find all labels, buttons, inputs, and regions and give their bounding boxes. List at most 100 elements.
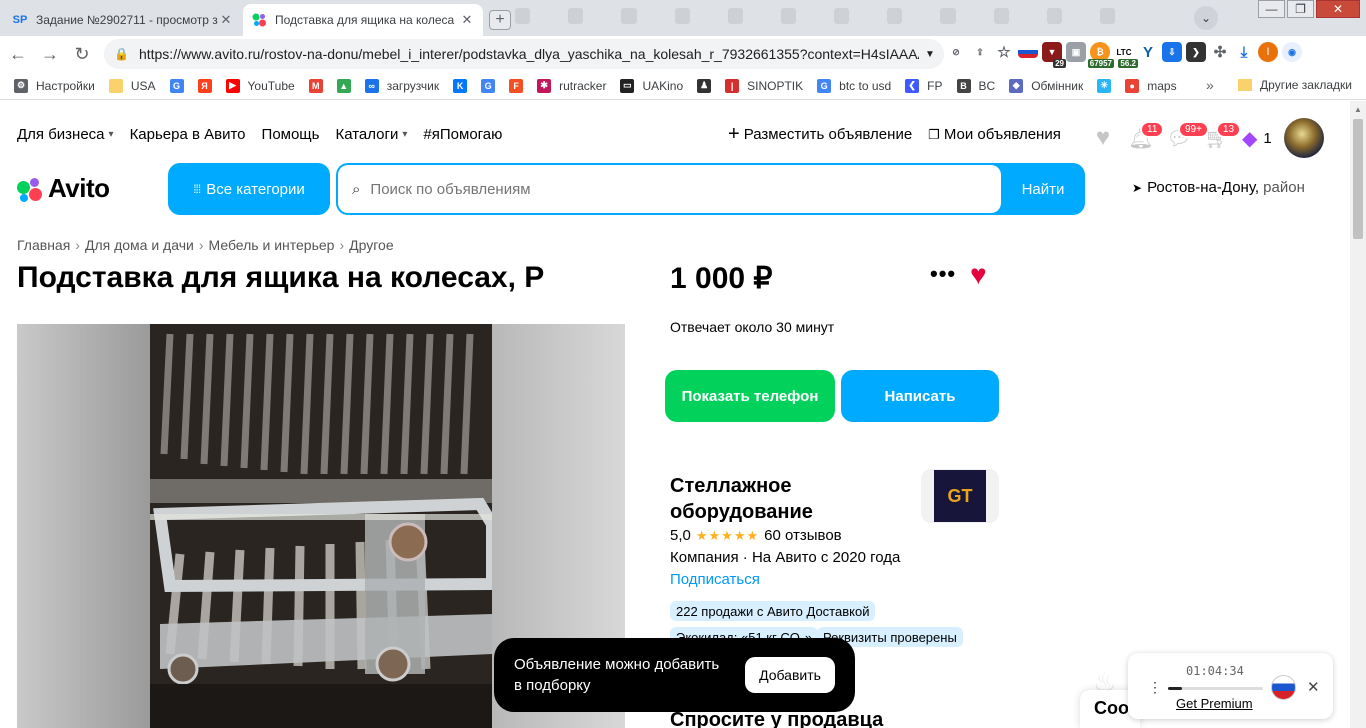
search-input[interactable]: ⌕ Поиск по объявлениям [338, 165, 1001, 213]
post-ad-link[interactable]: Разместить объявление [744, 126, 912, 143]
show-phone-button[interactable]: Показать телефон [665, 370, 835, 422]
get-premium-link[interactable]: Get Premium [1176, 696, 1253, 711]
topnav-item[interactable]: Каталоги ▾ [335, 126, 407, 143]
puzzle-icon[interactable]: ✣ [1210, 42, 1230, 62]
bookmark-item[interactable]: ∞ загрузчик [364, 78, 439, 93]
browser-menu-icon[interactable]: ◉ [1282, 42, 1302, 62]
share-icon[interactable]: ⇪ [970, 42, 990, 62]
bookmark-item[interactable]: ✱ rutracker [537, 78, 606, 93]
seller-logo[interactable]: GT [921, 469, 999, 523]
avito-logo[interactable]: Avito [17, 173, 110, 204]
close-tab-icon[interactable]: ✕ [218, 12, 234, 28]
close-icon[interactable]: ✕ [1307, 678, 1320, 696]
v-icon[interactable]: Y [1138, 42, 1158, 62]
search-placeholder: Поиск по объявлениям [370, 180, 531, 198]
reload-icon[interactable]: ↻ [68, 40, 96, 68]
bookmark-item[interactable]: ❮ FP [905, 78, 943, 93]
bookmark-item[interactable]: B BC [956, 78, 995, 93]
toast-add-button[interactable]: Добавить [745, 657, 835, 693]
subscribe-link[interactable]: Подписаться [670, 571, 760, 588]
bookmark-item[interactable]: M [308, 78, 323, 93]
topnav-label: Для бизнеса [17, 126, 105, 143]
user-avatar[interactable] [1283, 118, 1324, 158]
bookmark-item[interactable]: F [509, 78, 524, 93]
scroll-up-icon[interactable]: ▲ [1354, 105, 1362, 114]
write-message-button[interactable]: Написать [841, 370, 999, 422]
new-tab-button[interactable]: + [489, 10, 511, 30]
back-icon[interactable]: ← [4, 40, 32, 68]
kebab-menu-icon[interactable]: ⋮ [1148, 679, 1162, 696]
seller-rating[interactable]: 5,0 ★★★★★ 60 отзывов [670, 527, 842, 544]
bookmark-item[interactable]: ● maps [1125, 78, 1177, 93]
minimize-icon[interactable]: — [1258, 0, 1285, 18]
bookmark-item[interactable]: ◆ Обмінник [1009, 78, 1083, 93]
ticket-icon[interactable]: ◆ [1242, 126, 1257, 151]
topnav-item[interactable]: #яПомогаю [423, 126, 502, 143]
messages-icon[interactable]: 💬︎ 99+ [1166, 121, 1209, 151]
breadcrumb-link[interactable]: Для дома и дачи [85, 237, 194, 253]
bookmark-item[interactable]: ⚙ Настройки [14, 78, 95, 93]
tab-search-icon[interactable]: ⌄ [1194, 6, 1218, 30]
window-close-icon[interactable]: ✕ [1316, 0, 1360, 18]
bookmark-item[interactable]: K [453, 78, 468, 93]
avito-favicon-icon [251, 12, 267, 28]
bookmark-item[interactable]: Gbtc to usd [817, 78, 891, 93]
bookmark-item[interactable]: ▭ UAKino [620, 78, 683, 93]
seller-logo-mark: GT [934, 470, 986, 522]
bookmark-item[interactable]: ▶ YouTube [225, 78, 295, 93]
more-bookmarks-icon[interactable]: » [1206, 77, 1214, 93]
drive-icon: ▲ [336, 78, 351, 93]
close-tab-icon[interactable]: ✕ [459, 12, 475, 28]
seller-name[interactable]: Стеллажное оборудование [670, 473, 900, 525]
bookmark-item[interactable]: ▲ [336, 78, 351, 93]
bookmark-item[interactable]: G [169, 78, 184, 93]
download-icon[interactable]: ⇩ [1162, 42, 1182, 62]
profile-avatar[interactable]: I [1258, 42, 1278, 62]
bookmark-item[interactable]: ✳ [1097, 78, 1112, 93]
page-scrollbar[interactable]: ▲ [1350, 101, 1366, 728]
favorite-heart-icon[interactable]: ♥ [970, 259, 987, 291]
notifications-bell-icon[interactable]: 🔔︎ 11 [1128, 121, 1165, 151]
downloads-icon[interactable]: ⤓ [1234, 42, 1254, 62]
search-button[interactable]: Найти [1001, 163, 1085, 215]
blocked-popup-icon[interactable]: ⊘ [946, 42, 966, 62]
bookmark-star-icon[interactable]: ☆ [994, 42, 1014, 62]
favorites-heart-icon[interactable]: ♥ [1090, 124, 1116, 151]
gift-icon[interactable]: ▣ [1066, 42, 1086, 62]
tab-active[interactable]: Подставка для ящика на колеса ✕ [243, 4, 483, 36]
breadcrumb-link[interactable]: Главная [17, 237, 70, 253]
forward-icon[interactable]: → [36, 40, 64, 68]
address-bar[interactable]: 🔒 https://www.avito.ru/rostov-na-donu/me… [104, 39, 944, 69]
product-photo[interactable] [150, 324, 492, 728]
arrow-icon[interactable]: ❯ [1186, 42, 1206, 62]
bookmark-item[interactable]: G [481, 78, 496, 93]
maximize-icon[interactable]: ❐ [1287, 0, 1314, 18]
breadcrumb-link[interactable]: Мебель и интерьер [209, 237, 335, 253]
gear-icon: ⚙ [14, 78, 28, 93]
location-selector[interactable]: ➤ Ростов-на-Дону, район [1132, 179, 1305, 196]
scrollbar-thumb[interactable] [1353, 119, 1363, 239]
my-ads-link[interactable]: Мои объявления [944, 126, 1061, 143]
bookmark-item[interactable]: ♟ [697, 78, 712, 93]
bookmark-item[interactable]: | SINOPTIK [725, 78, 803, 93]
topnav-item[interactable]: Помощь [262, 126, 320, 143]
yandex-icon: Я [197, 78, 212, 93]
topnav-item[interactable]: Для бизнеса ▾ [17, 126, 114, 143]
cart-icon[interactable]: 🛒︎ 13 [1204, 121, 1242, 151]
ltc-icon[interactable]: LTC 56.2 [1114, 42, 1138, 68]
player-progress[interactable] [1168, 687, 1263, 690]
bookmark-item[interactable]: Я [197, 78, 212, 93]
more-options-icon[interactable]: ••• [930, 261, 956, 287]
bitcoin-icon[interactable]: ₿ 67957 [1087, 42, 1114, 68]
russia-flag-icon[interactable] [1018, 46, 1038, 58]
breadcrumb-link[interactable]: Другое [349, 237, 393, 253]
russia-flag-icon[interactable] [1271, 675, 1296, 700]
other-bookmarks[interactable]: Другие закладки [1238, 78, 1352, 92]
dropdown-arrow-icon[interactable]: ▼ [925, 49, 935, 60]
infinity-icon: ∞ [364, 78, 379, 93]
bookmark-item[interactable]: USA [108, 78, 156, 93]
tab-inactive[interactable]: SP Задание №2902711 - просмотр з ✕ [4, 4, 242, 36]
topnav-item[interactable]: Карьера в Авито [130, 126, 246, 143]
shield-icon[interactable]: ▼ 29 [1042, 42, 1066, 68]
all-categories-button[interactable]: ⁞⁞⁞ Все категории [168, 163, 330, 215]
